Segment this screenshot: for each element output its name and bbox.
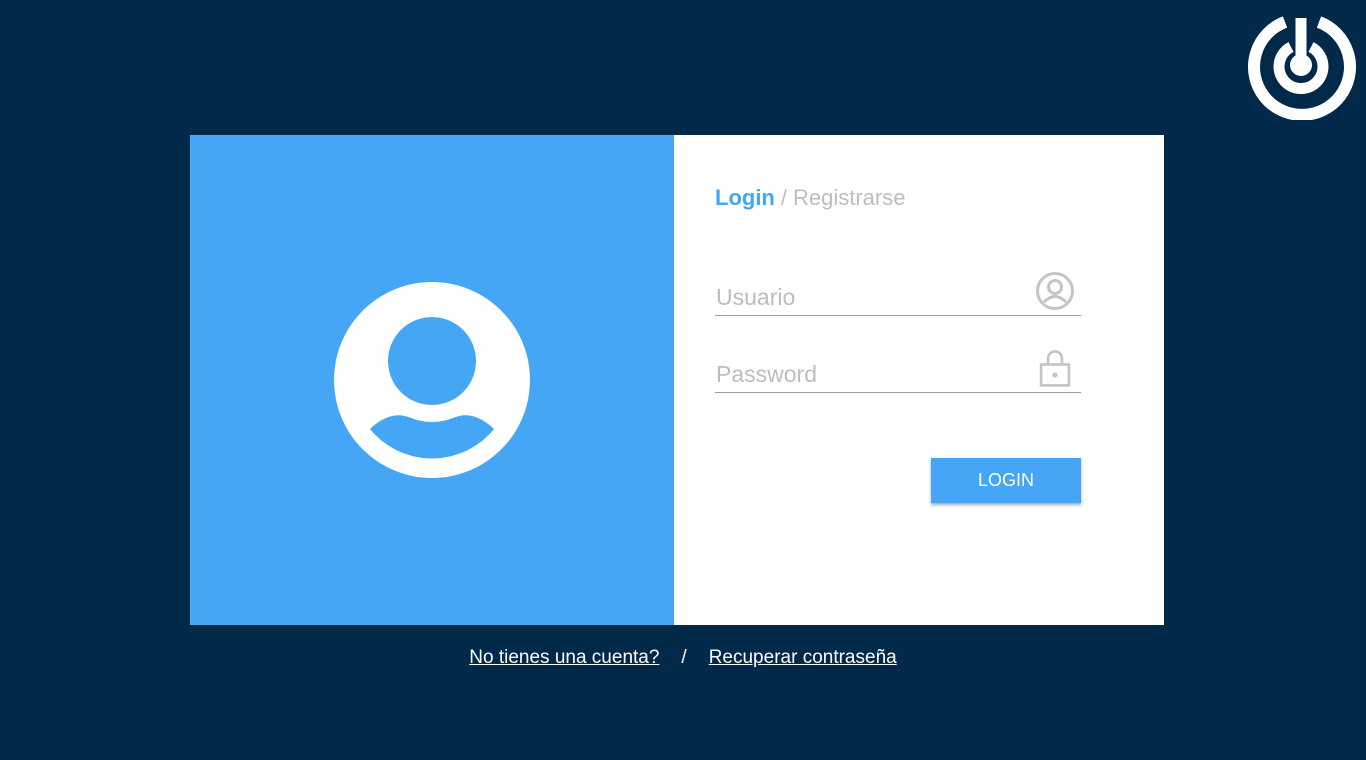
login-card: Login/Registrarse LOGIN [190,135,1164,625]
tab-separator: / [780,185,787,210]
power-target-logo-icon [1248,16,1356,120]
user-avatar-icon [334,282,530,478]
footer-separator: / [681,647,687,668]
lock-icon [1039,350,1071,387]
no-account-link[interactable]: No tienes una cuenta? [469,647,659,668]
username-input[interactable] [715,284,1026,311]
footer-links: No tienes una cuenta? / Recuperar contrase… [0,646,1366,670]
password-field-group [715,346,1081,393]
tab-register[interactable]: Registrarse [793,185,905,210]
user-circle-icon [1036,272,1074,310]
password-input[interactable] [715,361,1026,388]
login-button[interactable]: LOGIN [931,458,1081,503]
auth-tabs: Login / Registrarse [715,185,905,211]
form-panel: Login/Registrarse LOGIN [674,135,1164,625]
tab-login[interactable]: Login [715,185,775,210]
username-field-group [715,269,1081,316]
recover-password-link[interactable]: Recuperar contraseña [709,647,897,668]
avatar-panel [190,135,674,625]
